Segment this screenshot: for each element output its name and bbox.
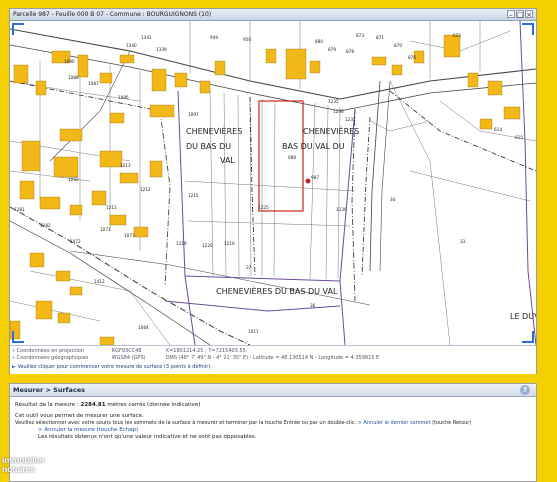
svg-text:1281: 1281 (14, 207, 25, 212)
svg-text:1225: 1225 (258, 205, 269, 210)
coords-value-projection: X=1801214.25 ; Y=7215403.55 (165, 348, 246, 354)
map-title: Parcelle 987 - Feuille 000 B 07 - Commun… (13, 11, 212, 18)
svg-text:622: 622 (453, 33, 461, 38)
svg-text:879: 879 (328, 47, 336, 52)
svg-text:37: 37 (246, 265, 252, 270)
svg-text:1219: 1219 (176, 241, 187, 246)
svg-text:1282: 1282 (40, 223, 51, 228)
svg-text:1215: 1215 (188, 193, 199, 198)
svg-text:987: 987 (311, 175, 319, 180)
measure-result: Résultat de la mesure : 2284.81 mètres c… (15, 402, 200, 409)
measure-panel-header: Mesurer > Surfaces ? (10, 384, 536, 397)
corner-mark-bl (12, 331, 24, 343)
svg-text:1213: 1213 (120, 163, 131, 168)
map-canvas[interactable]: CHENEVIÈRES DU BAS DU VAL CHENEVIÈRES BA… (10, 21, 536, 345)
undo-key-hint: (touche Retour) (432, 420, 472, 426)
coords-system-projection: RGF93CC48 (111, 348, 142, 354)
coords-row-geographic: » Coordonnées géographiques WGS84 (GPS) DM… (12, 355, 380, 361)
corner-mark-tr (522, 23, 534, 35)
svg-text:1073: 1073 (124, 233, 135, 238)
lieudit-label-2a: CHENEVIÈRES (303, 125, 359, 136)
svg-text:614: 614 (494, 127, 502, 132)
svg-text:1092: 1092 (68, 177, 79, 182)
lieudit-label-1b: DU BAS DU (186, 142, 231, 151)
svg-text:870: 870 (394, 43, 402, 48)
svg-text:1071: 1071 (100, 227, 111, 232)
svg-text:1220: 1220 (202, 243, 213, 248)
svg-text:1072: 1072 (70, 239, 81, 244)
svg-text:1090: 1090 (64, 59, 75, 64)
undo-last-vertex-link[interactable]: > Annuler le dernier sommet (358, 420, 431, 426)
svg-text:1088: 1088 (68, 75, 79, 80)
coordinates-panel: » Coordonnées en projection RGF93CC48 X=18… (10, 345, 536, 374)
corner-mark-tl (12, 23, 24, 35)
svg-text:949: 949 (210, 35, 218, 40)
coords-system-geographic: WGS84 (GPS) (111, 355, 146, 361)
svg-text:1339: 1339 (156, 47, 167, 52)
svg-text:33: 33 (460, 239, 466, 244)
svg-text:1412: 1412 (94, 279, 105, 284)
logo-line-2: notaires (2, 464, 36, 474)
svg-text:615: 615 (515, 135, 523, 140)
measure-hint-text: Veuillez cliquer pour commencer votre me… (17, 364, 212, 370)
svg-text:34: 34 (390, 197, 396, 202)
lieudit-label-4: LE DUVE (510, 312, 536, 321)
svg-text:1340: 1340 (126, 43, 137, 48)
measure-hint: ► Veuillez cliquer pour commencer votre … (12, 364, 212, 370)
svg-text:950: 950 (243, 37, 251, 42)
svg-text:1239: 1239 (336, 207, 347, 212)
svg-text:1087: 1087 (88, 81, 99, 86)
close-button[interactable]: × (525, 10, 533, 19)
svg-text:1237: 1237 (345, 117, 356, 122)
svg-text:1086: 1086 (118, 95, 129, 100)
logo-text: immobilier notaires (2, 456, 45, 474)
coords-label-projection: Coordonnées en projection (16, 348, 84, 354)
measure-instructions: Veuillez sélectionner avec votre souris … (15, 420, 471, 427)
svg-text:1236: 1236 (333, 109, 344, 114)
svg-text:988: 988 (288, 155, 296, 160)
restore-button[interactable]: □ (516, 10, 524, 19)
result-value: 2284.81 (80, 402, 106, 408)
svg-text:871: 871 (376, 35, 384, 40)
coords-row-projection: » Coordonnées en projection RGF93CC48 X=18… (12, 348, 246, 354)
cancel-measure-link[interactable]: > Annuler la mesure (touche Echap) (38, 427, 138, 434)
svg-text:1084: 1084 (138, 325, 149, 330)
cadastre-map-panel: Parcelle 987 - Feuille 000 B 07 - Commun… (9, 8, 537, 374)
cadastre-map[interactable]: CHENEVIÈRES DU BAS DU VAL CHENEVIÈRES BA… (10, 21, 536, 345)
measure-disclaimer: Les résultats obtenus n'ont qu'une valeu… (38, 434, 257, 440)
coords-label-geographic: Coordonnées géographiques (16, 355, 89, 361)
svg-text:873: 873 (356, 33, 364, 38)
result-label: Résultat de la mesure : (15, 402, 79, 408)
svg-text:878: 878 (346, 49, 354, 54)
svg-text:1235: 1235 (328, 99, 339, 104)
corner-mark-br (522, 331, 534, 343)
result-unit: mètres carrés (donnée indicative) (107, 402, 201, 408)
measure-intro: Cet outil vous permet de mesurer une sur… (15, 413, 144, 419)
svg-text:880: 880 (315, 39, 323, 44)
svg-text:1211: 1211 (106, 205, 117, 210)
measure-panel-title: Mesurer > Surfaces (13, 386, 86, 394)
immobilier-notaires-logo: immobilier notaires (0, 441, 70, 480)
instructions-text: Veuillez sélectionner avec votre souris … (15, 420, 357, 426)
lieudit-label-1a: CHENEVIÈRES (186, 125, 242, 136)
svg-text:1097: 1097 (188, 112, 199, 117)
help-icon[interactable]: ? (520, 385, 530, 395)
lieudit-label-1c: VAL (220, 156, 235, 165)
selected-parcel-marker (305, 178, 311, 184)
svg-text:1212: 1212 (140, 187, 151, 192)
svg-text:876: 876 (408, 55, 416, 60)
svg-text:1341: 1341 (141, 35, 152, 40)
svg-text:1216: 1216 (224, 241, 235, 246)
coords-value-geographic: DMS (48° 7' 49" N - 4° 21' 35" E) - Lati… (165, 355, 380, 361)
minimize-button[interactable]: – (507, 10, 515, 19)
svg-text:1011: 1011 (248, 329, 259, 334)
lieudit-label-3: CHENEVIÈRES DU BAS DU VAL (216, 285, 338, 296)
lieudit-label-2b: BAS DU VAL DU (282, 142, 345, 151)
map-titlebar: Parcelle 987 - Feuille 000 B 07 - Commun… (10, 9, 536, 21)
measure-panel: Mesurer > Surfaces ? Résultat de la mesu… (9, 383, 537, 482)
svg-text:36: 36 (310, 303, 316, 308)
